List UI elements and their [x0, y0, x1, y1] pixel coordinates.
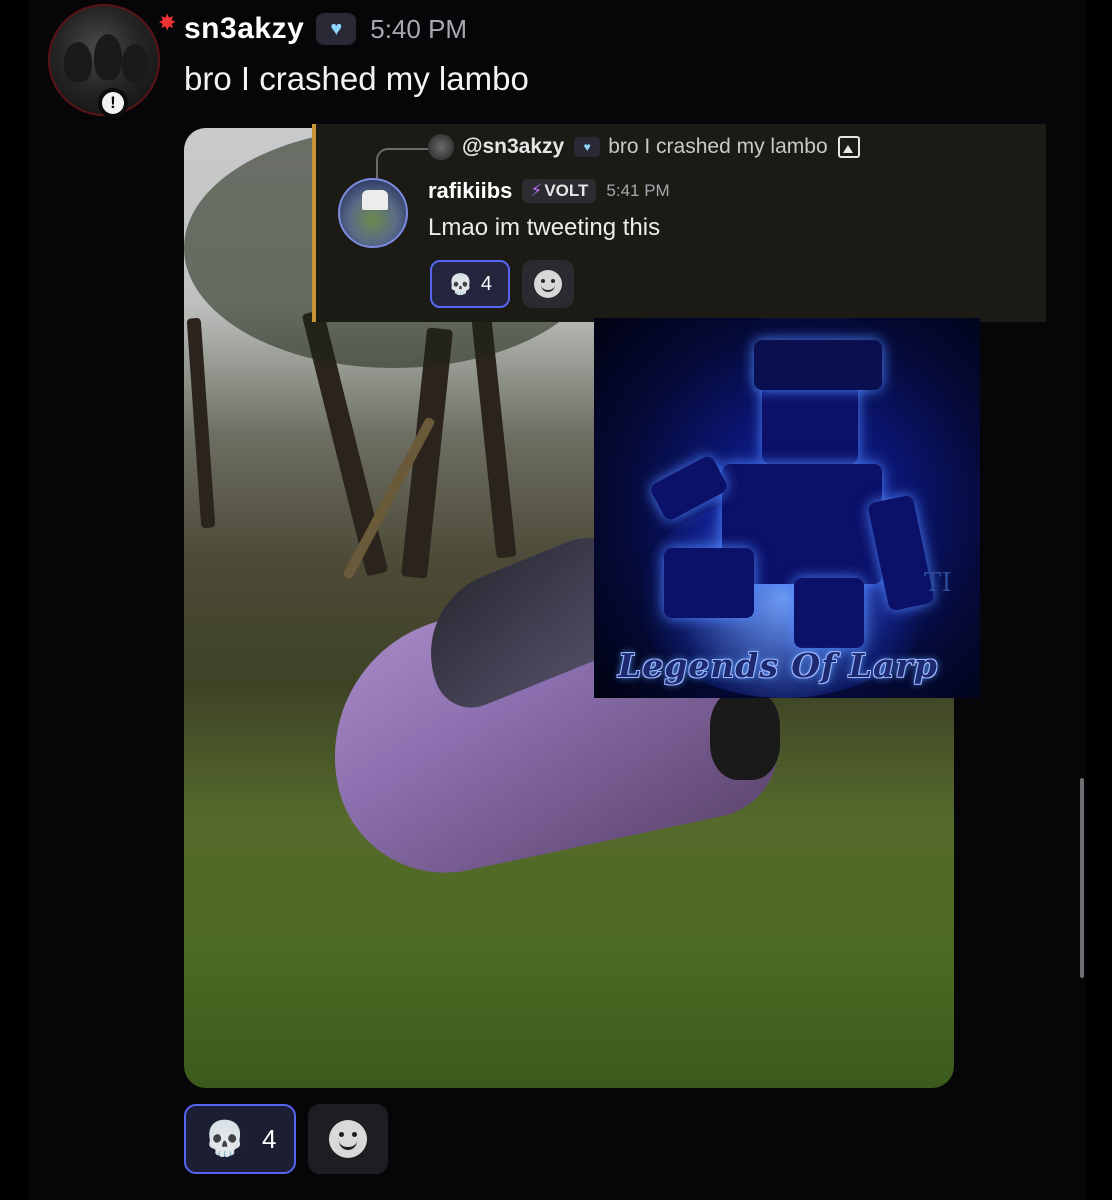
smile-icon	[329, 1120, 367, 1158]
alert-icon: !	[102, 92, 124, 114]
quoted-text: bro I crashed my lambo	[608, 135, 828, 158]
avatar-figure	[64, 42, 92, 82]
character-leg	[664, 548, 754, 618]
reply-username[interactable]: rafikiibs	[428, 178, 512, 204]
car-wheel	[710, 690, 780, 780]
bolt-icon: ⚡	[530, 181, 543, 200]
reply-reaction-skull[interactable]: 💀 4	[430, 260, 510, 308]
reply-screenshot: @sn3akzy ♥ bro I crashed my lambo rafiki…	[312, 124, 1046, 322]
reply-add-reaction-button[interactable]	[522, 260, 574, 308]
skull-icon: 💀	[203, 1120, 246, 1158]
smile-icon	[534, 270, 562, 298]
reply-connector	[376, 148, 428, 180]
status-badge: !	[98, 88, 128, 118]
avatar-decoration-icon: ✸	[158, 10, 177, 35]
heart-icon: ♥	[574, 137, 601, 157]
reply-reaction-count: 4	[480, 272, 493, 295]
character-leg	[794, 578, 864, 648]
message-header: sn3akzy ♥ 5:40 PM	[184, 12, 467, 46]
window-edge	[1086, 0, 1112, 1200]
legends-of-larp-thumbnail: TI Legends Of Larp	[594, 318, 980, 698]
reply-quote[interactable]: @sn3akzy ♥ bro I crashed my lambo	[428, 134, 860, 160]
quoted-username: @sn3akzy	[462, 135, 565, 158]
avatar-figure	[94, 34, 122, 80]
author-avatar[interactable]: ✸ !	[48, 4, 176, 118]
scrollbar-thumb[interactable]	[1080, 778, 1084, 978]
add-reaction-button[interactable]	[308, 1104, 388, 1174]
reaction-skull[interactable]: 💀 4	[184, 1104, 296, 1174]
quoted-avatar	[428, 134, 454, 160]
skull-icon: 💀	[447, 273, 473, 296]
reply-text: Lmao im tweeting this	[428, 214, 661, 241]
reply-avatar[interactable]	[338, 178, 408, 248]
thumbnail-watermark: TI	[924, 568, 952, 598]
message-text: bro I crashed my lambo	[184, 60, 529, 97]
image-icon	[837, 136, 860, 158]
role-tag-label: VOLT	[544, 181, 589, 200]
reaction-count: 4	[261, 1123, 277, 1154]
username[interactable]: sn3akzy	[184, 12, 304, 46]
timestamp: 5:40 PM	[370, 13, 468, 44]
tree-trunk	[186, 317, 216, 529]
role-tag: ⚡ VOLT	[522, 179, 597, 203]
character-hair	[754, 340, 882, 390]
heart-icon[interactable]: ♥	[316, 13, 357, 45]
thumbnail-title: Legends Of Larp	[618, 646, 938, 685]
reply-timestamp: 5:41 PM	[606, 181, 670, 200]
avatar-figure	[122, 44, 148, 82]
reply-header: rafikiibs ⚡ VOLT 5:41 PM	[428, 178, 670, 204]
